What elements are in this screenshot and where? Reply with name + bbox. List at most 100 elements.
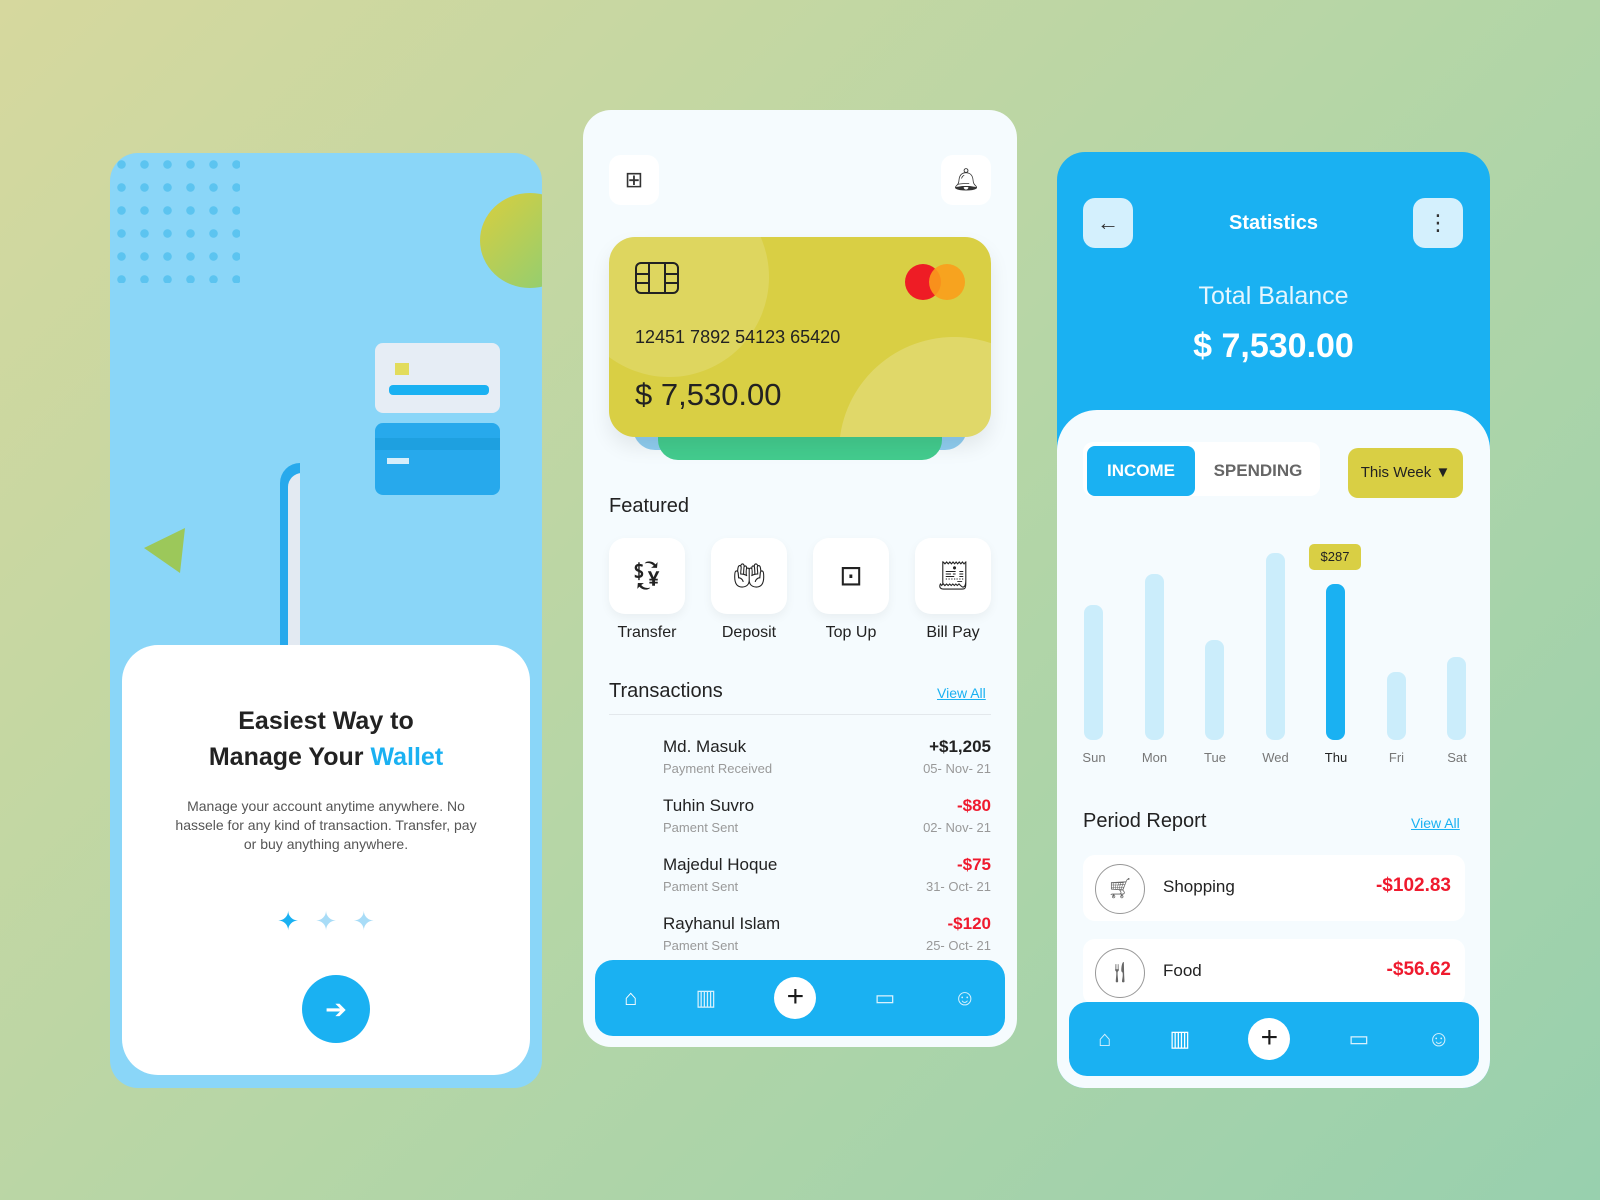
period-dropdown[interactable]: This Week ▼ bbox=[1348, 448, 1463, 498]
dot-pattern bbox=[110, 153, 240, 283]
bar-mon[interactable] bbox=[1144, 574, 1164, 740]
featured-title: Featured bbox=[609, 495, 690, 517]
transfer-icon: 💱︎ bbox=[629, 560, 665, 591]
bottom-nav: ⌂ ▥ + ▭ ☺ bbox=[1069, 1002, 1479, 1076]
bar-sun[interactable] bbox=[1084, 605, 1103, 740]
transaction-date: 05- Nov- 21 bbox=[923, 761, 991, 776]
featured-top-up-button[interactable]: ⊡ bbox=[813, 538, 889, 614]
add-button[interactable]: + bbox=[1248, 1018, 1291, 1060]
transaction-date: 31- Oct- 21 bbox=[925, 879, 991, 894]
menu-grid-button[interactable]: ⊞ bbox=[609, 155, 659, 205]
top-up-icon: ⊡ bbox=[839, 560, 863, 591]
report-amount: -$102.83 bbox=[1375, 875, 1451, 896]
card-illustration bbox=[375, 343, 500, 495]
transaction-amount: -$120 bbox=[947, 914, 991, 933]
transaction-amount: -$80 bbox=[956, 796, 991, 815]
avatar bbox=[609, 855, 651, 897]
more-button[interactable]: ⋮ bbox=[1413, 198, 1463, 248]
bell-icon: 🔔︎ bbox=[952, 167, 980, 192]
type-toggle: INCOME SPENDING bbox=[1083, 442, 1320, 496]
featured-bill-pay-button[interactable]: 🧾︎ bbox=[915, 538, 991, 614]
featured-label: Bill Pay bbox=[926, 624, 980, 641]
sparkle-icon: ✦ bbox=[315, 906, 337, 936]
transaction-type: Pament Sent bbox=[663, 938, 739, 953]
featured-transfer-button[interactable]: 💱︎ bbox=[609, 538, 685, 614]
transaction-row[interactable]: Tuhin Suvro Pament Sent -$80 02- Nov- 21 bbox=[609, 796, 991, 854]
fork-knife-icon: 🍴︎ bbox=[1095, 948, 1145, 998]
decorative-circle bbox=[480, 193, 542, 288]
transaction-name: Rayhanul Islam bbox=[663, 914, 781, 933]
onboarding-screen: Easiest Way to Manage Your Wallet Manage … bbox=[110, 153, 542, 1088]
transaction-name: Tuhin Suvro bbox=[663, 796, 755, 815]
day-label: Mon bbox=[1141, 750, 1168, 765]
transaction-date: 25- Oct- 21 bbox=[925, 938, 991, 953]
report-label: Shopping bbox=[1163, 877, 1235, 896]
day-label: Fri bbox=[1388, 750, 1405, 765]
period-value: This Week bbox=[1360, 464, 1432, 481]
bar-sat[interactable] bbox=[1447, 656, 1466, 740]
bar-wed[interactable] bbox=[1265, 553, 1285, 740]
income-bar-chart: Sun Mon Tue Wed Thu $287 Fri Sat bbox=[1057, 510, 1490, 770]
statistics-screen: ← Statistics ⋮ Total Balance $ 7,530.00 … bbox=[1057, 152, 1490, 1088]
featured-label: Top Up bbox=[825, 624, 877, 641]
day-label: Sun bbox=[1082, 750, 1106, 765]
chart-icon[interactable]: ▥ bbox=[695, 985, 716, 1011]
bar-fri[interactable] bbox=[1386, 672, 1406, 740]
transaction-row[interactable]: Majedul Hoque Pament Sent -$75 31- Oct- … bbox=[609, 855, 991, 913]
profile-icon[interactable]: ☺ bbox=[1427, 1026, 1449, 1052]
transaction-name: Md. Masuk bbox=[663, 737, 747, 756]
view-all-transactions-link[interactable]: View All bbox=[937, 685, 986, 701]
transaction-type: Pament Sent bbox=[663, 879, 739, 894]
avatar bbox=[609, 737, 651, 779]
mastercard-logo bbox=[905, 264, 965, 300]
bar-tue[interactable] bbox=[1205, 639, 1224, 740]
notification-button[interactable]: 🔔︎ bbox=[941, 155, 991, 205]
transaction-row[interactable]: Md. Masuk Payment Received +$1,205 05- N… bbox=[609, 737, 991, 795]
chart-icon[interactable]: ▥ bbox=[1169, 1026, 1190, 1052]
featured-label: Transfer bbox=[617, 624, 677, 641]
day-label: Wed bbox=[1262, 750, 1289, 765]
period-report-title: Period Report bbox=[1083, 810, 1207, 832]
title-line-2: Manage Your bbox=[208, 743, 371, 771]
next-button[interactable]: ➔ bbox=[302, 975, 370, 1043]
bar-thu[interactable] bbox=[1326, 583, 1345, 740]
featured-deposit-button[interactable]: 🤲︎ bbox=[711, 538, 787, 614]
home-icon[interactable]: ⌂ bbox=[1098, 1026, 1111, 1052]
transaction-name: Majedul Hoque bbox=[663, 855, 778, 874]
transactions-title: Transactions bbox=[609, 680, 723, 702]
divider bbox=[609, 714, 991, 715]
page-indicator: ✦ ✦ ✦ bbox=[122, 906, 530, 937]
home-screen: ⊞ 🔔︎ 12451 7892 54123 65420 $ 7,530.00 F… bbox=[583, 110, 1017, 1047]
onboarding-description: Manage your account anytime anywhere. No… bbox=[175, 798, 477, 852]
sparkle-icon: ✦ bbox=[352, 906, 375, 936]
sparkle-icon-active: ✦ bbox=[277, 906, 300, 936]
tab-spending[interactable]: SPENDING bbox=[1201, 446, 1315, 496]
bank-card[interactable]: 12451 7892 54123 65420 $ 7,530.00 bbox=[609, 237, 991, 437]
transaction-amount: -$75 bbox=[956, 855, 991, 874]
tab-income[interactable]: INCOME bbox=[1087, 446, 1195, 496]
report-item[interactable]: 🛒︎ Shopping -$102.83 bbox=[1083, 855, 1465, 921]
view-all-report-link[interactable]: View All bbox=[1411, 815, 1460, 831]
cart-icon: 🛒︎ bbox=[1095, 864, 1145, 914]
deposit-icon: 🤲︎ bbox=[731, 560, 767, 591]
day-label: Tue bbox=[1204, 750, 1226, 765]
home-icon[interactable]: ⌂ bbox=[624, 985, 637, 1011]
wallet-icon[interactable]: ▭ bbox=[1349, 1026, 1370, 1052]
report-item[interactable]: 🍴︎ Food -$56.62 bbox=[1083, 939, 1465, 1005]
onboarding-card: Easiest Way to Manage Your Wallet Manage … bbox=[122, 645, 530, 1075]
card-number: 12451 7892 54123 65420 bbox=[635, 327, 841, 347]
report-amount: -$56.62 bbox=[1386, 959, 1451, 980]
grid-icon: ⊞ bbox=[624, 167, 644, 192]
total-balance: $ 7,530.00 bbox=[1193, 327, 1354, 365]
avatar bbox=[609, 914, 651, 956]
report-label: Food bbox=[1163, 961, 1202, 980]
featured-label: Deposit bbox=[721, 624, 777, 641]
transaction-type: Pament Sent bbox=[663, 820, 739, 835]
transaction-amount: +$1,205 bbox=[929, 737, 991, 756]
wallet-icon[interactable]: ▭ bbox=[875, 985, 896, 1011]
add-button[interactable]: + bbox=[774, 977, 817, 1019]
onboarding-title: Easiest Way to Manage Your Wallet bbox=[122, 703, 530, 775]
bottom-nav: ⌂ ▥ + ▭ ☺ bbox=[595, 960, 1005, 1036]
total-balance-label: Total Balance bbox=[1198, 282, 1349, 310]
profile-icon[interactable]: ☺ bbox=[953, 985, 975, 1011]
